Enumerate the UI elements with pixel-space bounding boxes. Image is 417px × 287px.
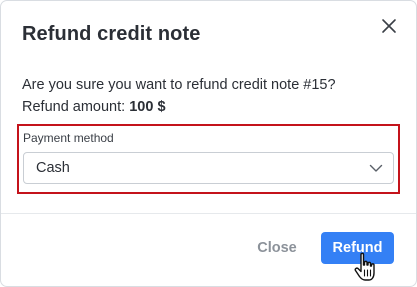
- refund-amount-value: 100 $: [129, 99, 166, 115]
- close-button[interactable]: Close: [251, 232, 303, 264]
- hand-pointer-cursor-icon: [354, 252, 375, 281]
- payment-method-select[interactable]: Cash: [23, 152, 394, 184]
- payment-method-value: Cash: [36, 160, 70, 176]
- refund-credit-note-dialog: Refund credit note Are you sure you want…: [0, 0, 417, 287]
- payment-method-label: Payment method: [23, 131, 114, 145]
- footer-divider: [1, 213, 416, 214]
- dialog-title: Refund credit note: [22, 23, 201, 45]
- refund-amount-line: Refund amount: 100 $: [22, 96, 336, 118]
- chevron-down-icon: [369, 164, 383, 172]
- close-icon: [382, 19, 396, 33]
- refund-amount-label: Refund amount:: [22, 99, 126, 115]
- dialog-message: Are you sure you want to refund credit n…: [22, 74, 336, 118]
- confirm-text: Are you sure you want to refund credit n…: [22, 77, 336, 93]
- close-dialog-button[interactable]: [375, 12, 403, 40]
